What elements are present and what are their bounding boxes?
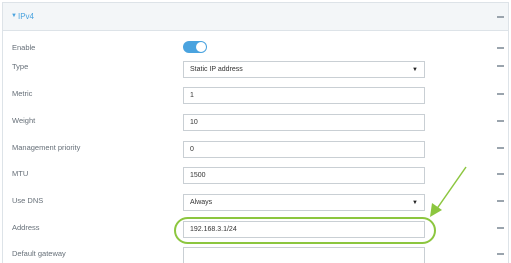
callout-arrow-icon	[430, 166, 467, 217]
